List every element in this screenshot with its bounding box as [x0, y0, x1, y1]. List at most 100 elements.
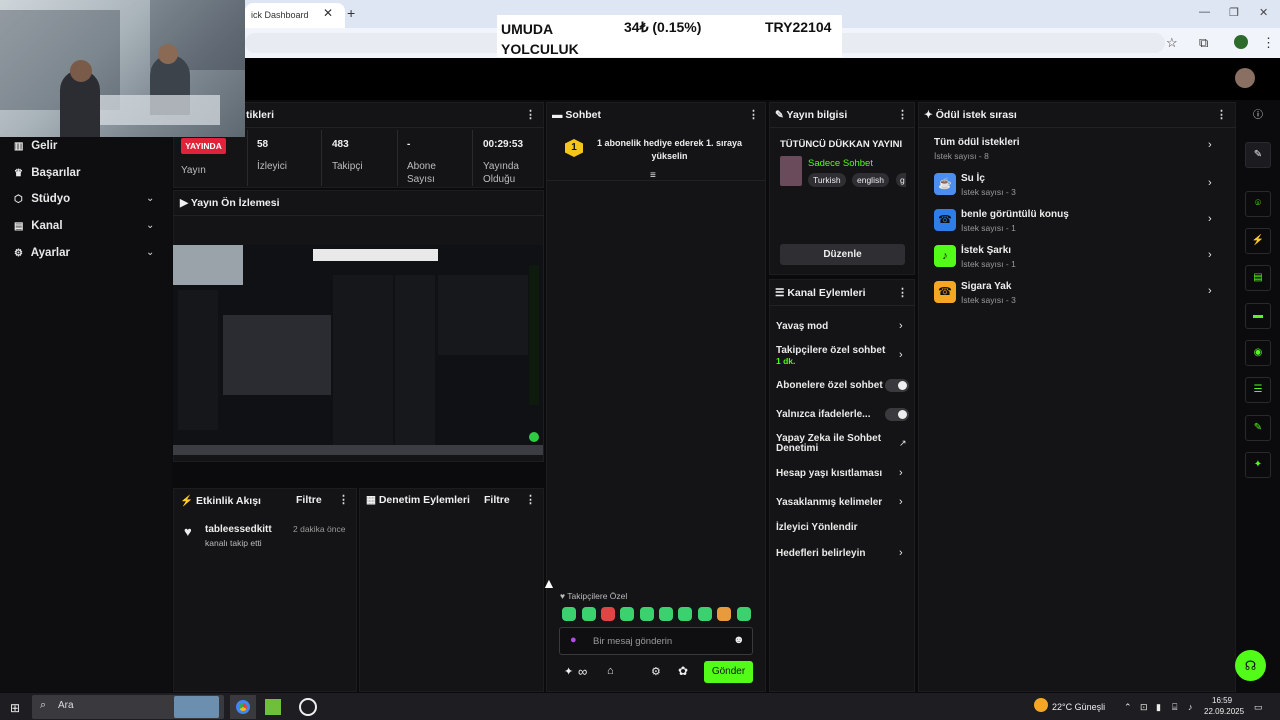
action-account-age[interactable]: Hesap yaşı kısıtlaması — [776, 468, 882, 479]
subscribers-only-toggle[interactable] — [885, 379, 909, 392]
close-window-icon[interactable]: ✕ — [1259, 6, 1268, 19]
windows-start-icon[interactable]: ⊞ — [10, 701, 20, 715]
emote-icon[interactable] — [698, 607, 712, 621]
new-tab-icon[interactable]: + — [347, 5, 355, 21]
more-options-icon[interactable]: ⋮ — [1216, 108, 1227, 121]
broadcast-icon[interactable]: ◉ — [1245, 340, 1271, 366]
stream-preview-video[interactable] — [173, 245, 543, 455]
chevron-right-icon[interactable]: › — [1208, 177, 1212, 189]
bolt-icon[interactable]: ⚡ — [1245, 228, 1271, 254]
action-followers-only[interactable]: Takipçilere özel sohbet — [776, 345, 891, 356]
tray-chevron-icon[interactable]: ⌃ — [1124, 702, 1132, 713]
document-icon[interactable]: ▤ — [1245, 265, 1271, 291]
menu-dots-icon[interactable]: ⋮ — [1262, 35, 1275, 51]
emote-icon[interactable] — [562, 607, 576, 621]
emote-icon[interactable] — [601, 607, 615, 621]
emote-icon[interactable] — [678, 607, 692, 621]
reward-title[interactable]: İstek Şarkı — [961, 245, 1011, 256]
sidebar-item-studyo[interactable]: ⬡ Stüdyo — [14, 193, 70, 205]
sidebar-item-gelir[interactable]: ▥ Gelir — [14, 140, 57, 152]
chevron-down-icon[interactable]: ⌄ — [146, 247, 154, 258]
action-ai-moderation[interactable]: Yapay Zeka ile Sohbet Denetimi — [776, 434, 886, 454]
chevron-right-icon[interactable]: › — [899, 349, 903, 361]
emote-icon[interactable] — [582, 607, 596, 621]
reward-title[interactable]: benle görüntülü konuş — [961, 209, 1069, 220]
support-icon[interactable]: ☊ — [1235, 650, 1266, 681]
action-banned-words[interactable]: Yasaklanmış kelimeler — [776, 497, 882, 508]
tab-close-icon[interactable]: ✕ — [323, 6, 333, 20]
reward-title[interactable]: Su İç — [961, 173, 985, 184]
more-options-icon[interactable]: ⋮ — [338, 493, 349, 506]
chat-bubble-icon[interactable]: ▬ — [1245, 303, 1271, 329]
sidebar-item-kanal[interactable]: ▤ Kanal — [14, 220, 63, 232]
send-button[interactable]: Gönder — [704, 661, 753, 683]
volume-icon[interactable]: ♪ — [1188, 702, 1193, 712]
category-link[interactable]: Sadece Sohbet — [808, 158, 873, 169]
chrome-taskbar-icon[interactable] — [230, 695, 256, 719]
minecraft-taskbar-icon[interactable] — [265, 699, 281, 715]
action-raid[interactable]: İzleyici Yönlendir — [776, 522, 858, 533]
chevron-right-icon[interactable]: › — [899, 467, 903, 479]
action-slow-mode[interactable]: Yavaş mod — [776, 321, 828, 332]
all-rewards-title[interactable]: Tüm ödül istekleri — [934, 137, 1020, 148]
rewards-icon[interactable]: ✦ — [1245, 452, 1271, 478]
wrench-icon[interactable]: ✎ — [1245, 415, 1271, 441]
gift-message[interactable]: 1 abonelik hediye ederek 1. sıraya yükse… — [592, 137, 747, 163]
taskbar-time[interactable]: 16:59 — [1212, 696, 1232, 705]
store-icon[interactable]: ⌂ — [607, 665, 614, 677]
maximize-icon[interactable]: ❐ — [1229, 6, 1239, 19]
edit-button[interactable]: Düzenle — [780, 244, 905, 265]
sidebar-item-ayarlar[interactable]: ⚙ Ayarlar — [14, 247, 70, 259]
extensions-icon[interactable]: ⧉ — [1199, 35, 1208, 51]
action-set-goals[interactable]: Hedefleri belirleyin — [776, 548, 865, 559]
bookmark-star-icon[interactable]: ☆ — [1166, 35, 1178, 51]
emote-icon[interactable] — [737, 607, 751, 621]
emote-only-toggle[interactable] — [885, 408, 909, 421]
sidebar-item-basarilar[interactable]: ♛ Başarılar — [14, 167, 80, 179]
more-options-icon[interactable]: ⋮ — [897, 108, 908, 121]
weather-text[interactable]: 22°C Güneşli — [1052, 702, 1105, 712]
emote-icon[interactable] — [717, 607, 731, 621]
chevron-right-icon[interactable]: › — [1208, 213, 1212, 225]
taskbar-date[interactable]: 22.09.2025 — [1204, 707, 1244, 716]
microphone-icon[interactable]: ● — [570, 634, 577, 646]
chevron-right-icon[interactable]: › — [899, 320, 903, 332]
gift-icon[interactable]: ✿ — [678, 664, 688, 678]
more-options-icon[interactable]: ⋮ — [525, 108, 536, 121]
obs-taskbar-icon[interactable] — [299, 698, 317, 716]
stack-icon[interactable]: ☰ — [1245, 377, 1271, 403]
minimize-icon[interactable]: — — [1199, 6, 1210, 18]
reward-title[interactable]: Sigara Yak — [961, 281, 1011, 292]
external-link-icon[interactable]: ↗ — [899, 438, 907, 449]
profile-icon[interactable] — [1234, 35, 1248, 49]
battery-icon[interactable]: ▮ — [1156, 702, 1161, 713]
emote-icon[interactable] — [659, 607, 673, 621]
gear-icon[interactable]: ⚙ — [651, 665, 661, 678]
tray-app-icon[interactable]: ⊡ — [1140, 702, 1148, 713]
activity-filter-button[interactable]: Filtre — [296, 494, 322, 506]
chevron-down-icon[interactable]: ⌄ — [146, 220, 154, 231]
more-options-icon[interactable]: ⋮ — [525, 493, 536, 506]
points-icon[interactable]: ✦ — [564, 665, 573, 678]
notifications-icon[interactable]: ▭ — [1254, 702, 1263, 713]
chevron-right-icon[interactable]: › — [1208, 249, 1212, 261]
chevron-down-icon[interactable]: ⌄ — [146, 193, 154, 204]
more-options-icon[interactable]: ⋮ — [748, 108, 759, 121]
tag-chip[interactable]: g — [896, 173, 906, 187]
avatar[interactable] — [1235, 68, 1255, 88]
edit-layout-icon[interactable]: ✎ — [1245, 142, 1271, 168]
network-icon[interactable]: ⌸ — [1172, 702, 1177, 713]
chevron-right-icon[interactable]: › — [1208, 285, 1212, 297]
tag-chip[interactable]: Turkish — [808, 173, 846, 187]
camera-icon[interactable]: ⌾ — [1245, 191, 1271, 217]
chevron-right-icon[interactable]: › — [899, 547, 903, 559]
more-options-icon[interactable]: ⋮ — [897, 286, 908, 299]
emote-icon[interactable] — [640, 607, 654, 621]
taskbar-search[interactable]: ⌕ Ara — [32, 695, 224, 719]
emoji-icon[interactable]: ☻ — [733, 634, 745, 646]
emote-icon[interactable] — [620, 607, 634, 621]
chat-input[interactable]: ● Bir mesaj gönderin ☻ — [559, 627, 753, 655]
chevron-right-icon[interactable]: › — [1208, 139, 1212, 151]
info-icon[interactable]: ⓘ — [1245, 104, 1271, 130]
event-user[interactable]: tableessedkitt — [205, 524, 272, 535]
